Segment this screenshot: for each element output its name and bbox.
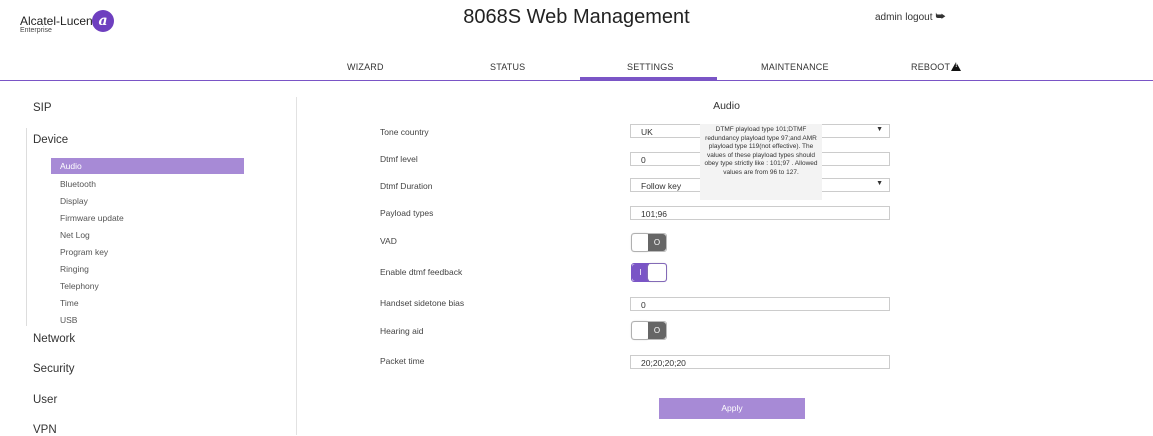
top-nav: WIZARD STATUS SETTINGS MAINTENANCE REBOO… (0, 56, 1153, 81)
toggle-knob (632, 322, 649, 339)
sidebar: SIP Device Audio Bluetooth Display Firmw… (0, 97, 297, 436)
dtmf-duration-value: Follow key (641, 181, 682, 191)
hearing-aid-toggle[interactable]: O (631, 321, 667, 340)
packet-time-label: Packet time (380, 356, 425, 366)
dtmf-duration-label: Dtmf Duration (380, 181, 433, 191)
packet-time-input[interactable]: 20;20;20;20 (630, 355, 890, 369)
dropdown-arrow-icon: ▼ (876, 180, 883, 187)
payload-types-label: Payload types (380, 208, 434, 218)
logout-icon[interactable]: ⮩ (936, 11, 946, 24)
active-tab-indicator (580, 77, 717, 80)
dtmf-feedback-label: Enable dtmf feedback (380, 267, 463, 277)
sidetone-input[interactable]: 0 (630, 297, 890, 311)
tone-country-label: Tone country (380, 127, 429, 137)
toggle-state: O (648, 322, 666, 339)
toggle-knob (648, 264, 666, 281)
device-group-divider (26, 128, 27, 326)
user-area: admin logout ⮩ (875, 11, 946, 24)
apply-button[interactable]: Apply (659, 398, 805, 419)
logout-link[interactable]: logout (905, 12, 932, 23)
sidebar-item-time[interactable]: Time (60, 298, 79, 308)
sidebar-section-device[interactable]: Device (33, 134, 68, 146)
warning-icon (951, 62, 962, 71)
sidebar-section-sip[interactable]: SIP (33, 102, 52, 114)
username: admin (875, 12, 903, 23)
tab-settings[interactable]: SETTINGS (627, 62, 674, 72)
tab-reboot-label[interactable]: REBOOT (911, 62, 950, 72)
sidebar-section-vpn[interactable]: VPN (33, 424, 57, 436)
section-title: Audio (713, 100, 740, 112)
vad-toggle[interactable]: O (631, 233, 667, 252)
payload-types-input[interactable]: 101;96 (630, 206, 890, 220)
sidebar-item-firmware-update[interactable]: Firmware update (60, 213, 124, 223)
tab-status[interactable]: STATUS (490, 62, 525, 72)
page-title: 8068S Web Management (463, 6, 690, 28)
sidebar-section-user[interactable]: User (33, 394, 57, 406)
sidebar-item-ringing[interactable]: Ringing (60, 264, 89, 274)
sidebar-item-bluetooth[interactable]: Bluetooth (60, 179, 96, 189)
sidebar-item-label: Audio (60, 161, 82, 171)
tab-reboot[interactable]: REBOOT (911, 62, 962, 72)
sidebar-item-program-key[interactable]: Program key (60, 247, 108, 257)
tab-maintenance[interactable]: MAINTENANCE (761, 62, 829, 72)
sidebar-item-display[interactable]: Display (60, 196, 88, 206)
toggle-knob (632, 234, 649, 251)
sidebar-item-audio[interactable]: Audio (51, 158, 244, 174)
tab-wizard[interactable]: WIZARD (347, 62, 384, 72)
sidebar-item-usb[interactable]: USB (60, 315, 77, 325)
dtmf-level-label: Dtmf level (380, 154, 418, 164)
toggle-state: O (648, 234, 666, 251)
tone-country-value: UK (641, 127, 653, 137)
sidebar-item-telephony[interactable]: Telephony (60, 281, 99, 291)
sidebar-section-network[interactable]: Network (33, 333, 75, 345)
sidebar-section-security[interactable]: Security (33, 363, 75, 375)
dropdown-arrow-icon: ▼ (876, 126, 883, 133)
toggle-state: I (632, 264, 649, 281)
sidetone-label: Handset sidetone bias (380, 298, 465, 308)
vad-label: VAD (380, 236, 397, 246)
dtmf-feedback-toggle[interactable]: I (631, 263, 667, 282)
hearing-aid-label: Hearing aid (380, 326, 424, 336)
payload-tooltip: DTMF playload type 101;DTMF redundancy p… (700, 124, 822, 200)
sidebar-item-net-log[interactable]: Net Log (60, 230, 90, 240)
